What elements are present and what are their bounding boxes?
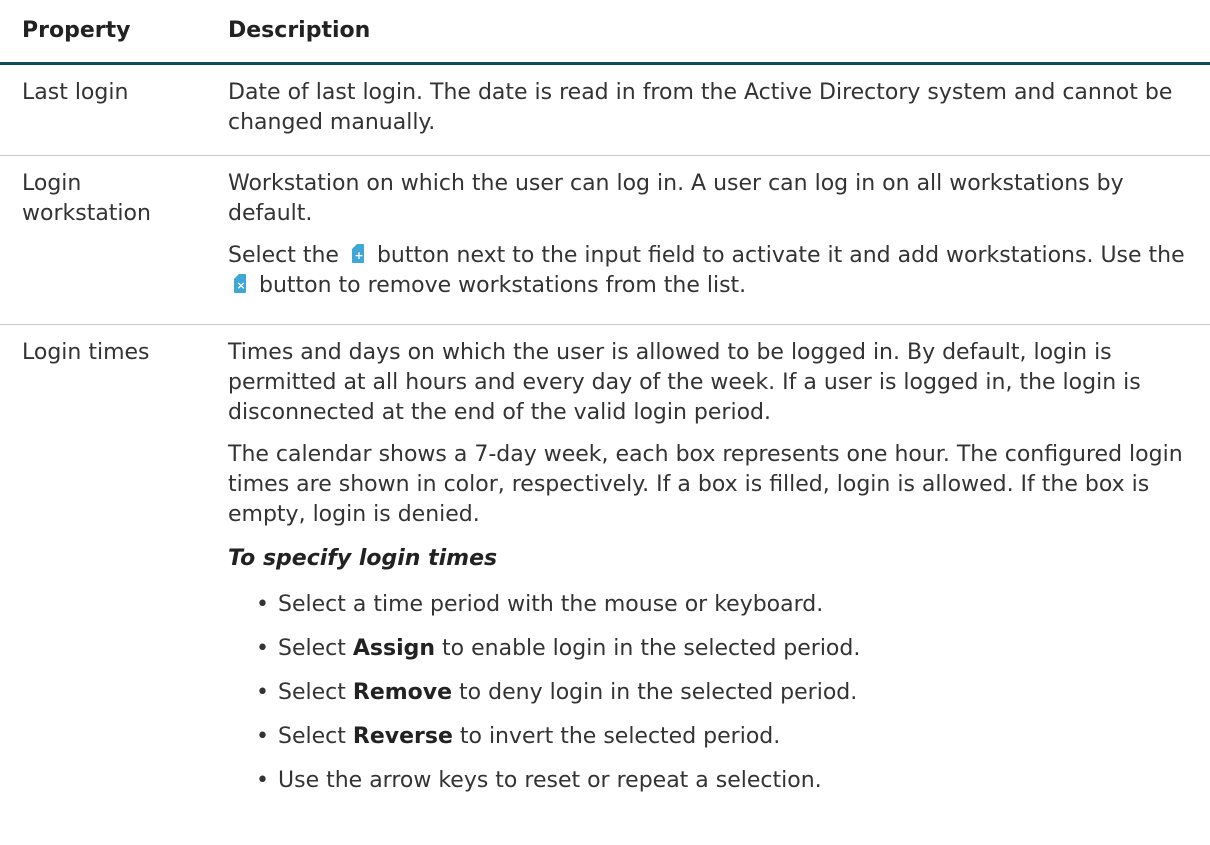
bullet-icon: • <box>256 680 269 705</box>
property-login-times: Login times <box>22 340 150 365</box>
remove-icon-glyph: × <box>236 279 246 292</box>
description-text: The calendar shows a 7-day week, each bo… <box>228 442 1183 527</box>
table-row-login-times: Login times Times and days on which the … <box>0 325 1210 845</box>
step-text: Select a time period with the mouse or k… <box>278 592 824 617</box>
text-fragment: Select the <box>228 243 339 268</box>
property-table: Property Description Last login Date of … <box>0 0 1210 845</box>
description-text: Times and days on which the user is allo… <box>228 340 1141 425</box>
remove-workstation-icon: × <box>232 274 248 294</box>
step-text: Use the arrow keys to reset or repeat a … <box>278 768 822 793</box>
procedure-steps: • Select a time period with the mouse or… <box>228 590 1203 796</box>
description-login-workstation: Workstation on which the user can log in… <box>228 169 1203 301</box>
text-fragment: button to remove workstations from the l… <box>259 273 747 298</box>
description-text-icons: Select the + button next to the input fi… <box>228 241 1203 301</box>
property-last-login: Last login <box>22 80 129 105</box>
bullet-icon: • <box>256 592 269 617</box>
step-keyword: Remove <box>352 680 453 705</box>
description-last-login: Date of last login. The date is read in … <box>228 78 1203 138</box>
table-row-login-workstation: Login workstation Workstation on which t… <box>0 156 1210 325</box>
list-item: • Select Remove to deny login in the sel… <box>256 678 1203 708</box>
table-header: Property Description <box>0 0 1210 65</box>
step-keyword: Reverse <box>352 724 453 749</box>
description-text: Workstation on which the user can log in… <box>228 171 1124 226</box>
bullet-icon: • <box>256 636 269 661</box>
description-text: Date of last login. The date is read in … <box>228 80 1173 135</box>
list-item: • Select a time period with the mouse or… <box>256 590 1203 620</box>
list-item: • Select Assign to enable login in the s… <box>256 634 1203 664</box>
procedure-heading: To specify login times <box>228 546 498 571</box>
step-text: Select <box>278 724 353 749</box>
add-workstation-icon: + <box>350 244 366 264</box>
step-keyword: Assign <box>352 636 436 661</box>
list-item: • Use the arrow keys to reset or repeat … <box>256 766 1203 796</box>
list-item: • Select Reverse to invert the selected … <box>256 722 1203 752</box>
step-text: to invert the selected period. <box>452 724 781 749</box>
text-fragment: button next to the input field to activa… <box>376 243 1185 268</box>
bullet-icon: • <box>256 724 269 749</box>
step-text: to enable login in the selected period. <box>435 636 861 661</box>
step-text: Select <box>278 636 353 661</box>
property-login-workstation: Login workstation <box>22 171 151 226</box>
header-description: Description <box>228 18 371 43</box>
description-login-times: Times and days on which the user is allo… <box>228 338 1203 810</box>
step-text: Select <box>278 680 353 705</box>
header-property: Property <box>22 18 131 43</box>
bullet-icon: • <box>256 768 269 793</box>
add-icon-glyph: + <box>354 249 364 262</box>
step-text: to deny login in the selected period. <box>452 680 858 705</box>
table-row-last-login: Last login Date of last login. The date … <box>0 65 1210 156</box>
